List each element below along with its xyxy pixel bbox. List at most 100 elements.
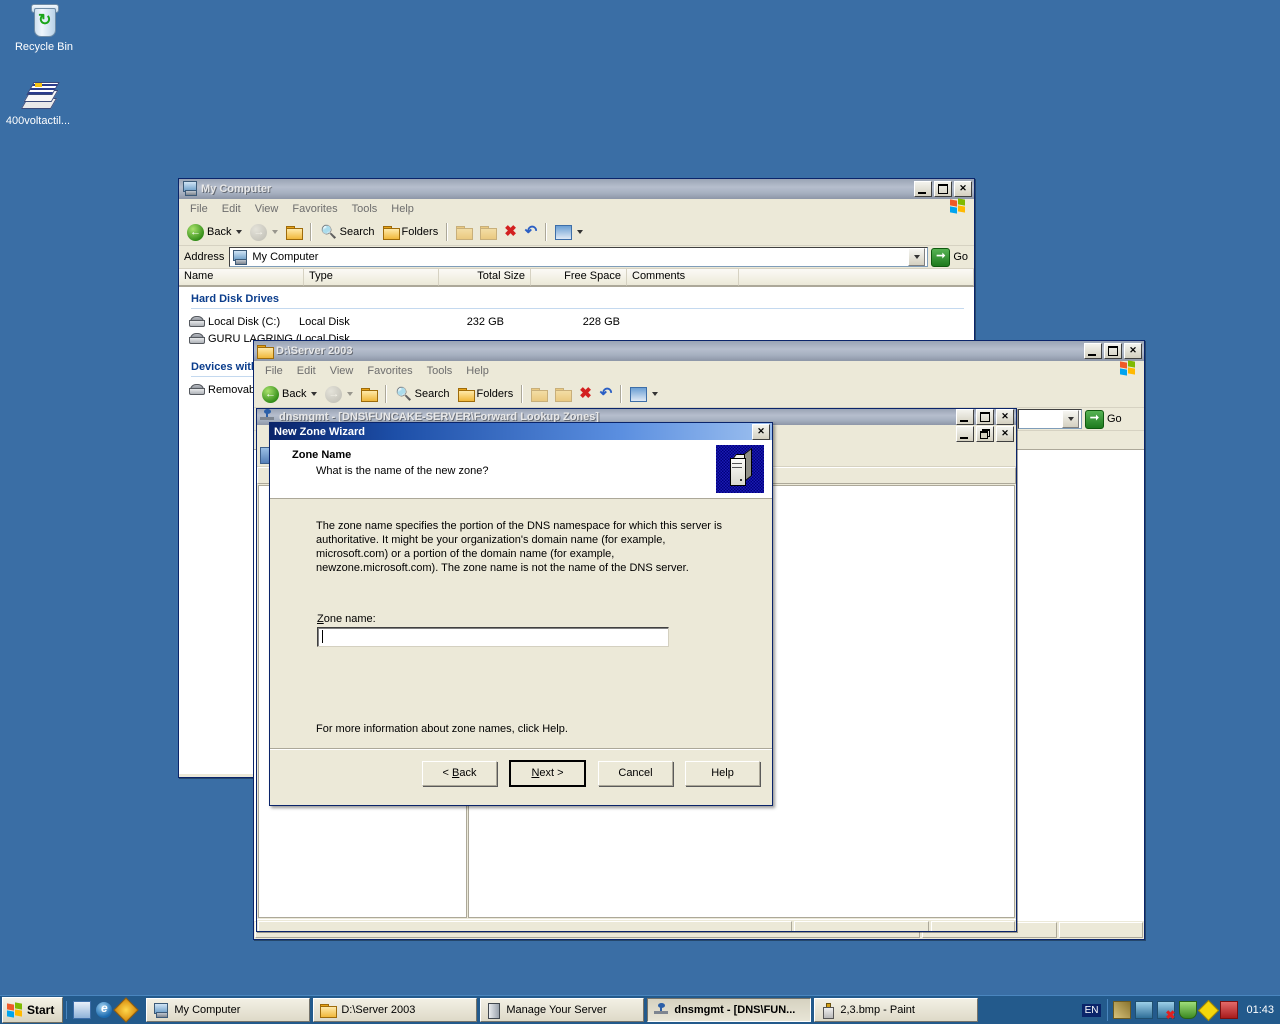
up-button[interactable]: [357, 386, 381, 403]
menu-help[interactable]: Help: [384, 201, 421, 217]
shield-icon[interactable]: [1179, 1001, 1198, 1019]
media-player-icon[interactable]: [113, 997, 140, 1023]
server-2003-menubar[interactable]: File Edit View Favorites Tools Help: [254, 360, 1144, 381]
menu-favorites[interactable]: Favorites: [360, 363, 419, 379]
network-icon[interactable]: [1135, 1001, 1154, 1019]
my-computer-titlebar[interactable]: My Computer ✕: [179, 179, 974, 199]
address-dropdown-button[interactable]: [1062, 410, 1079, 428]
desktop-icon-400voltactil[interactable]: 400voltactil...: [0, 78, 76, 128]
show-desktop-icon[interactable]: [73, 1001, 92, 1019]
forward-dropdown-icon[interactable]: [272, 230, 279, 234]
task-server-2003[interactable]: D:\Server 2003: [313, 998, 478, 1022]
taskbar[interactable]: Start My Computer D:\Server 2003 Manage …: [0, 995, 1280, 1024]
task-paint[interactable]: 2,3.bmp - Paint: [814, 998, 979, 1022]
go-button[interactable]: ➞ Go: [1082, 409, 1126, 429]
menu-edit[interactable]: Edit: [290, 363, 323, 379]
task-dnsmgmt[interactable]: dnsmgmt - [DNS\FUN...: [647, 998, 812, 1022]
address-input[interactable]: My Computer: [229, 247, 929, 267]
views-button[interactable]: [551, 223, 587, 242]
child-minimize-button[interactable]: [956, 426, 974, 442]
column-header-name[interactable]: Name: [179, 269, 304, 286]
back-dropdown-icon[interactable]: [311, 392, 318, 396]
help-button[interactable]: Help: [685, 760, 760, 786]
column-header-comments[interactable]: Comments: [627, 269, 739, 286]
menu-favorites[interactable]: Favorites: [285, 201, 344, 217]
list-item[interactable]: Local Disk (C:) Local Disk 232 GB 228 GB: [179, 313, 974, 330]
minimize-button[interactable]: [914, 181, 932, 197]
search-button[interactable]: 🔍 Search: [391, 384, 453, 404]
start-button[interactable]: Start: [2, 997, 64, 1023]
system-tray[interactable]: ✖ 01:43: [1107, 999, 1280, 1021]
undo-button[interactable]: ↶: [521, 223, 542, 241]
my-computer-column-headers[interactable]: Name Type Total Size Free Space Comments: [179, 269, 974, 287]
minimize-button[interactable]: [1084, 343, 1102, 359]
close-button[interactable]: ✕: [1124, 343, 1142, 359]
delete-button[interactable]: ✖: [500, 223, 521, 241]
wizard-titlebar[interactable]: New Zone Wizard ✕: [270, 423, 772, 440]
maximize-button[interactable]: [934, 181, 952, 197]
yellow-diamond-icon[interactable]: [1198, 999, 1220, 1021]
network-disconnected-icon[interactable]: ✖: [1157, 1001, 1176, 1021]
move-to-button[interactable]: [452, 224, 476, 241]
quick-launch-bar[interactable]: [66, 997, 141, 1023]
new-zone-wizard-dialog[interactable]: New Zone Wizard ✕ Zone Name What is the …: [269, 422, 773, 806]
child-restore-button[interactable]: [976, 426, 994, 442]
menu-tools[interactable]: Tools: [345, 201, 385, 217]
back-button[interactable]: < Back: [422, 760, 497, 786]
my-computer-menubar[interactable]: File Edit View Favorites Tools Help: [179, 198, 974, 219]
child-close-button[interactable]: ✕: [996, 426, 1014, 442]
back-button[interactable]: ← Back: [183, 222, 246, 243]
my-computer-toolbar[interactable]: ← Back → 🔍 Search Folders ✖ ↶: [179, 219, 974, 246]
task-manage-your-server[interactable]: Manage Your Server: [480, 998, 645, 1022]
desktop-icon-recycle-bin[interactable]: ↻ Recycle Bin: [6, 4, 82, 54]
search-button[interactable]: 🔍 Search: [316, 222, 378, 242]
address-dropdown-button[interactable]: [908, 248, 926, 266]
taskbar-clock[interactable]: 01:43: [1246, 1004, 1274, 1016]
group-header-hard-disk-drives[interactable]: Hard Disk Drives: [179, 287, 974, 307]
close-button[interactable]: ✕: [996, 409, 1014, 425]
language-indicator[interactable]: EN: [1081, 1003, 1102, 1017]
my-computer-addressbar[interactable]: Address My Computer ➞ Go: [179, 246, 974, 269]
next-button[interactable]: Next >: [509, 759, 586, 787]
forward-dropdown-icon[interactable]: [347, 392, 354, 396]
maximize-button[interactable]: [1104, 343, 1122, 359]
maximize-button[interactable]: [976, 409, 994, 425]
minimize-button[interactable]: [956, 409, 974, 425]
views-button[interactable]: [626, 385, 662, 404]
undo-button[interactable]: ↶: [596, 385, 617, 403]
forward-button[interactable]: →: [321, 384, 357, 405]
views-dropdown-icon[interactable]: [577, 230, 584, 234]
menu-help[interactable]: Help: [459, 363, 496, 379]
go-button[interactable]: ➞ Go: [928, 247, 972, 267]
column-header-type[interactable]: Type: [304, 269, 439, 286]
copy-to-button[interactable]: [476, 224, 500, 241]
folders-button[interactable]: Folders: [379, 224, 443, 241]
close-button[interactable]: ✕: [954, 181, 972, 197]
taskbar-task-list[interactable]: My Computer D:\Server 2003 Manage Your S…: [146, 998, 1081, 1022]
menu-view[interactable]: View: [323, 363, 361, 379]
zone-name-input[interactable]: [317, 627, 669, 647]
copy-to-button[interactable]: [551, 386, 575, 403]
update-icon[interactable]: [1220, 1001, 1239, 1019]
network-tools-icon[interactable]: [1113, 1001, 1132, 1019]
folders-button[interactable]: Folders: [454, 386, 518, 403]
server-2003-toolbar[interactable]: ← Back → 🔍 Search Folders ✖ ↶: [254, 381, 1144, 408]
back-dropdown-icon[interactable]: [236, 230, 243, 234]
menu-view[interactable]: View: [248, 201, 286, 217]
task-my-computer[interactable]: My Computer: [146, 998, 311, 1022]
menu-file[interactable]: File: [258, 363, 290, 379]
menu-edit[interactable]: Edit: [215, 201, 248, 217]
wizard-close-button[interactable]: ✕: [752, 423, 770, 440]
up-button[interactable]: [282, 224, 306, 241]
address-input[interactable]: [1018, 409, 1082, 429]
views-dropdown-icon[interactable]: [652, 392, 659, 396]
server-2003-titlebar[interactable]: D:\Server 2003 ✕: [254, 341, 1144, 361]
forward-button[interactable]: →: [246, 222, 282, 243]
back-button[interactable]: ← Back: [258, 384, 321, 405]
delete-button[interactable]: ✖: [575, 385, 596, 403]
move-to-button[interactable]: [527, 386, 551, 403]
column-header-total-size[interactable]: Total Size: [439, 269, 531, 286]
menu-tools[interactable]: Tools: [420, 363, 460, 379]
internet-explorer-icon[interactable]: [96, 1001, 113, 1018]
cancel-button[interactable]: Cancel: [598, 760, 673, 786]
